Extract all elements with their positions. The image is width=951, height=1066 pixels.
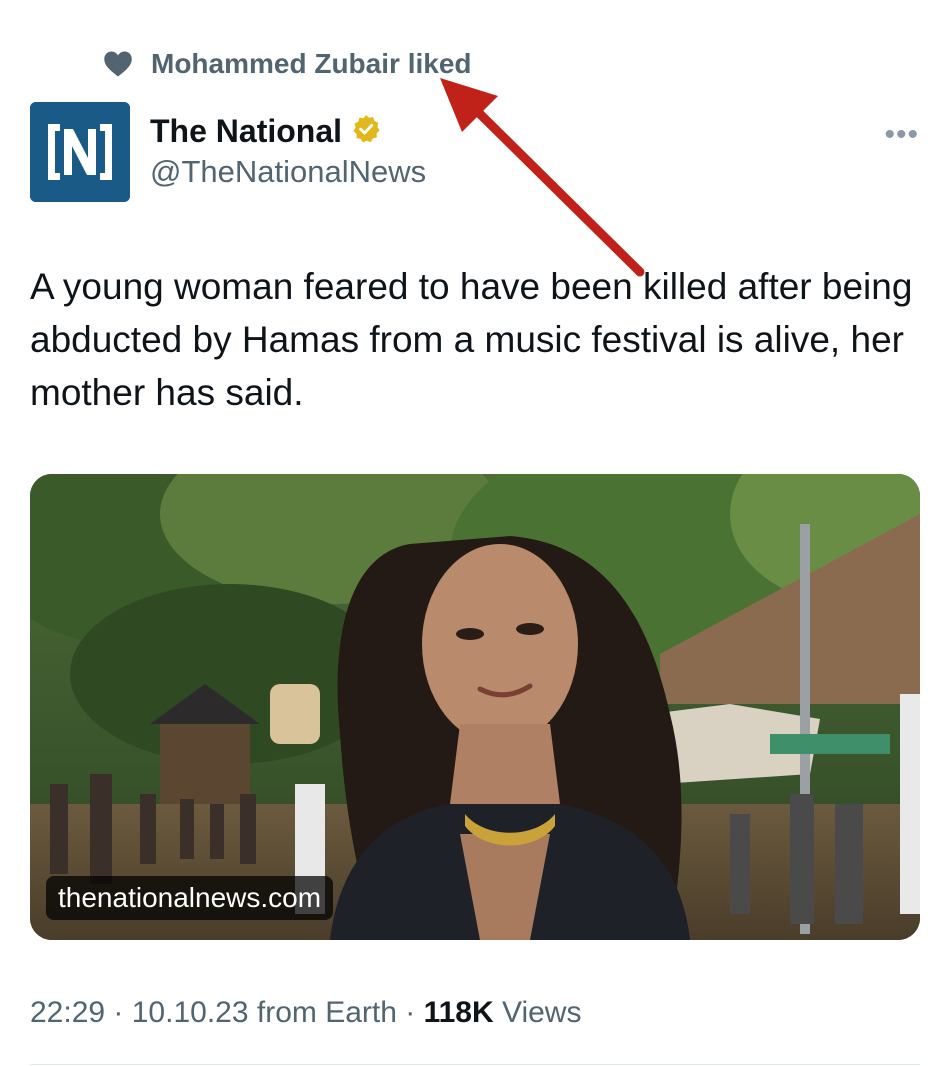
verified-badge-icon	[350, 113, 382, 150]
more-options-button[interactable]: •••	[884, 118, 919, 152]
meta-separator: ·	[396, 996, 424, 1029]
tweet-date[interactable]: 10.10.23	[132, 996, 249, 1029]
handle[interactable]: @TheNationalNews	[150, 154, 426, 190]
social-context[interactable]: Mohammed Zubair liked	[103, 44, 472, 84]
tweet-meta: 22:29 · 10.10.23 from Earth · 118K Views	[30, 996, 581, 1030]
tweet-author[interactable]: The National @TheNationalNews	[150, 110, 426, 190]
social-context-text: Mohammed Zubair liked	[151, 48, 472, 79]
avatar[interactable]	[30, 102, 130, 202]
divider	[30, 1064, 920, 1065]
display-name[interactable]: The National	[150, 113, 342, 150]
festival-photo	[30, 474, 920, 940]
heart-icon	[103, 50, 133, 78]
tweet-text: A young woman feared to have been killed…	[30, 266, 913, 413]
media-source-label: thenationalnews.com	[46, 876, 334, 920]
tweet-media[interactable]: thenationalnews.com	[30, 474, 920, 940]
tweet-source: from Earth	[248, 996, 397, 1029]
views-count[interactable]: 118K	[424, 996, 494, 1029]
views-label: Views	[493, 996, 582, 1029]
tweet-time[interactable]: 22:29	[30, 996, 105, 1029]
meta-separator: ·	[105, 996, 132, 1029]
